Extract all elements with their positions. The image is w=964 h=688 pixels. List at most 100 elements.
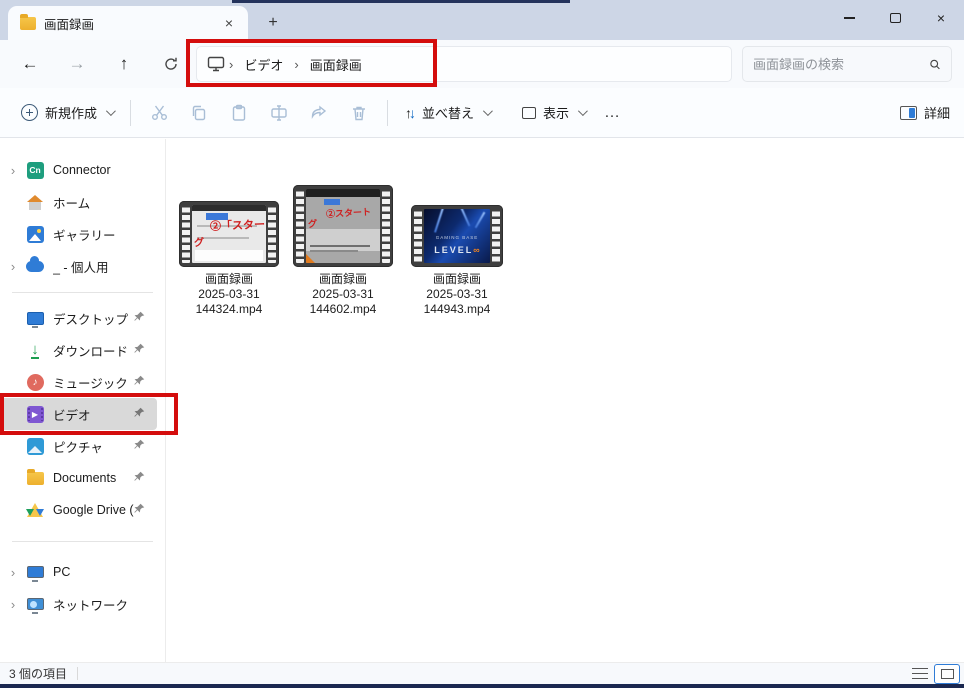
expand-chevron-icon[interactable]: › [0,163,26,178]
documents-folder-icon [27,472,44,485]
sidebar-item-google-drive[interactable]: Google Drive (G: [0,494,157,526]
thumbnail-view-icon [941,669,954,679]
connector-icon: Cn [27,162,44,179]
tab-title: 画面録画 [44,14,218,33]
network-icon [27,598,44,610]
pin-icon [134,309,145,327]
breadcrumb-separator-icon: › [290,57,302,72]
sidebar-divider [12,292,153,293]
video-thumbnail-2: ②スタート グ [293,185,393,267]
minimize-button[interactable] [826,0,872,36]
expand-chevron-icon[interactable]: › [0,565,26,580]
file-name: 画面録画 2025-03-31 144602.mp4 [310,272,377,317]
copy-button[interactable] [179,96,219,130]
pin-icon [134,437,145,455]
details-button[interactable]: 詳細 [900,103,950,122]
file-list-area: ②「スター グ 画面録画 2025-03-31 144324.mp4 [166,139,964,662]
pc-icon [27,566,44,578]
sidebar-item-home[interactable]: ホーム [0,186,157,218]
details-pane-icon [900,106,917,120]
rename-icon [270,104,288,122]
close-button[interactable]: × [918,0,964,36]
maximize-icon [890,13,901,23]
sidebar-item-music[interactable]: ♪ ミュージック [0,366,157,398]
search-box[interactable] [742,46,952,82]
status-bar: 3 個の項目 [0,662,964,684]
copy-icon [190,104,208,122]
list-view-toggle[interactable] [912,668,928,680]
refresh-button[interactable] [154,48,188,80]
maximize-button[interactable] [872,0,918,36]
thumb1-annotation-text2: グ [194,234,204,249]
bottom-edge-strip [0,684,964,688]
share-icon [310,104,328,122]
navigation-sidebar: › Cn Connector ホーム ギャラリー › _ - 個人用 [0,139,166,662]
rename-button[interactable] [259,96,299,130]
breadcrumb-videos[interactable]: ビデオ [237,52,290,77]
tab-close-icon[interactable]: × [218,12,240,34]
toolbar-divider [130,100,131,126]
file-explorer-window: 画面録画 × + × ← → ↑ › ビデオ › 画面録画 [0,0,964,688]
forward-button[interactable]: → [60,48,94,80]
top-edge-strip [232,0,570,3]
sidebar-item-documents[interactable]: Documents [0,462,157,494]
sort-button[interactable]: ↑↓ 並べ替え [396,97,499,128]
breadcrumb-current-folder[interactable]: 画面録画 [303,52,369,77]
onedrive-cloud-icon [26,261,44,272]
explorer-tab[interactable]: 画面録画 × [8,6,248,40]
expand-chevron-icon[interactable]: › [0,597,26,612]
expand-chevron-icon[interactable]: › [0,259,26,274]
scissors-icon [150,103,169,122]
sidebar-item-pc[interactable]: › PC [0,556,157,588]
cut-button[interactable] [139,96,179,130]
file-name: 画面録画 2025-03-31 144943.mp4 [424,272,491,317]
new-tab-button[interactable]: + [260,10,286,36]
video-icon: ▶ [27,406,44,423]
search-input[interactable] [753,57,929,72]
monitor-icon [207,56,225,72]
file-item-2[interactable]: ②スタート グ 画面録画 2025-03-31 144602.mp4 [292,161,394,317]
home-icon [27,195,44,210]
sidebar-item-onedrive[interactable]: › _ - 個人用 [0,250,157,282]
details-button-label: 詳細 [924,103,950,122]
thumb1-annotation-text: ②「スター [210,216,266,234]
share-button[interactable] [299,96,339,130]
statusbar-divider [77,667,78,680]
google-drive-icon [27,503,43,517]
pin-icon [134,405,145,423]
sidebar-item-downloads[interactable]: ↓ ダウンロード [0,334,157,366]
sidebar-item-gallery[interactable]: ギャラリー [0,218,157,250]
video-thumbnail-3: GAMING BASE LEVEL∞ [411,205,503,267]
trash-icon [350,104,368,122]
more-options-button[interactable]: … [594,104,632,122]
desktop-icon [27,312,44,325]
thumb3-infinity-logo: ∞ [473,245,479,255]
file-name: 画面録画 2025-03-31 144324.mp4 [196,272,263,317]
back-button[interactable]: ← [13,48,47,80]
file-item-1[interactable]: ②「スター グ 画面録画 2025-03-31 144324.mp4 [178,161,280,317]
chevron-down-icon [483,106,493,116]
view-button-label: 表示 [543,103,569,122]
delete-button[interactable] [339,96,379,130]
view-button[interactable]: 表示 [513,97,594,128]
pin-icon [134,373,145,391]
thumbnail-view-toggle[interactable] [934,664,960,684]
chevron-down-icon [106,106,116,116]
chevron-down-icon [578,106,588,116]
pictures-icon [27,438,44,455]
file-item-3[interactable]: GAMING BASE LEVEL∞ 画面録画 2025-03-31 14494… [406,161,508,317]
paste-button[interactable] [219,96,259,130]
download-icon: ↓ [31,342,39,359]
sidebar-item-connector[interactable]: › Cn Connector [0,154,157,186]
clipboard-icon [230,104,248,122]
sidebar-item-pictures[interactable]: ピクチャ [0,430,157,462]
sidebar-item-network[interactable]: › ネットワーク [0,588,157,620]
refresh-icon [163,56,179,72]
sidebar-item-desktop[interactable]: デスクトップ [0,302,157,334]
sidebar-item-videos[interactable]: ▶ ビデオ [0,398,157,430]
address-bar[interactable]: › ビデオ › 画面録画 [196,46,732,82]
new-button[interactable]: 新規作成 [12,97,122,128]
sort-button-label: 並べ替え [422,103,474,122]
breadcrumb-separator-icon: › [225,57,237,72]
up-button[interactable]: ↑ [107,48,141,80]
